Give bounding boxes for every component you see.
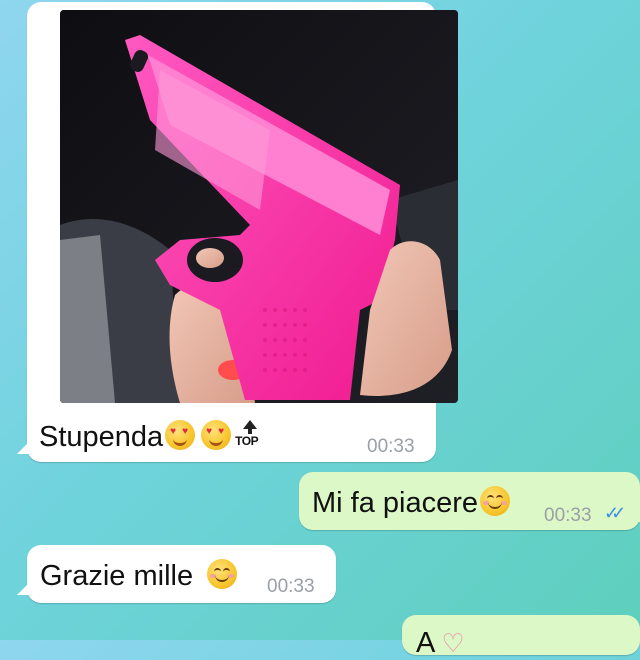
- smiling-face-emoji: [480, 486, 511, 516]
- caption-text: Stupenda: [39, 421, 164, 453]
- message-body: Grazie mille: [40, 560, 194, 592]
- message-body: A: [416, 627, 436, 659]
- message-timestamp: 00:33: [544, 505, 592, 526]
- outgoing-text-message-partial[interactable]: A ♡: [402, 615, 640, 659]
- message-timestamp: 00:33: [367, 436, 415, 457]
- image-caption: Stupenda ♥ ♥ ♥ ♥ TOP: [39, 420, 265, 454]
- top-icon: TOP: [235, 420, 265, 450]
- shared-photo[interactable]: [60, 10, 458, 403]
- smiling-face-emoji: [207, 559, 238, 589]
- message-text: A ♡: [416, 627, 465, 660]
- pink-gun-phone-case-image: [60, 10, 458, 403]
- heart-eyes-emoji: ♥ ♥: [165, 420, 196, 450]
- incoming-image-message[interactable]: Stupenda ♥ ♥ ♥ ♥ TOP 00:33: [17, 2, 458, 462]
- read-receipt-icon: ✓✓: [604, 503, 626, 523]
- message-text: Grazie mille: [40, 559, 238, 593]
- heart-eyes-emoji: ♥ ♥: [201, 420, 232, 450]
- heart-emoji: ♡: [441, 628, 465, 658]
- message-text: Mi fa piacere: [312, 486, 511, 520]
- message-body: Mi fa piacere: [312, 487, 479, 519]
- outgoing-text-message[interactable]: Mi fa piacere 00:33 ✓✓: [299, 472, 640, 530]
- message-timestamp: 00:33: [267, 576, 315, 597]
- incoming-text-message[interactable]: Grazie mille 00:33: [17, 545, 336, 603]
